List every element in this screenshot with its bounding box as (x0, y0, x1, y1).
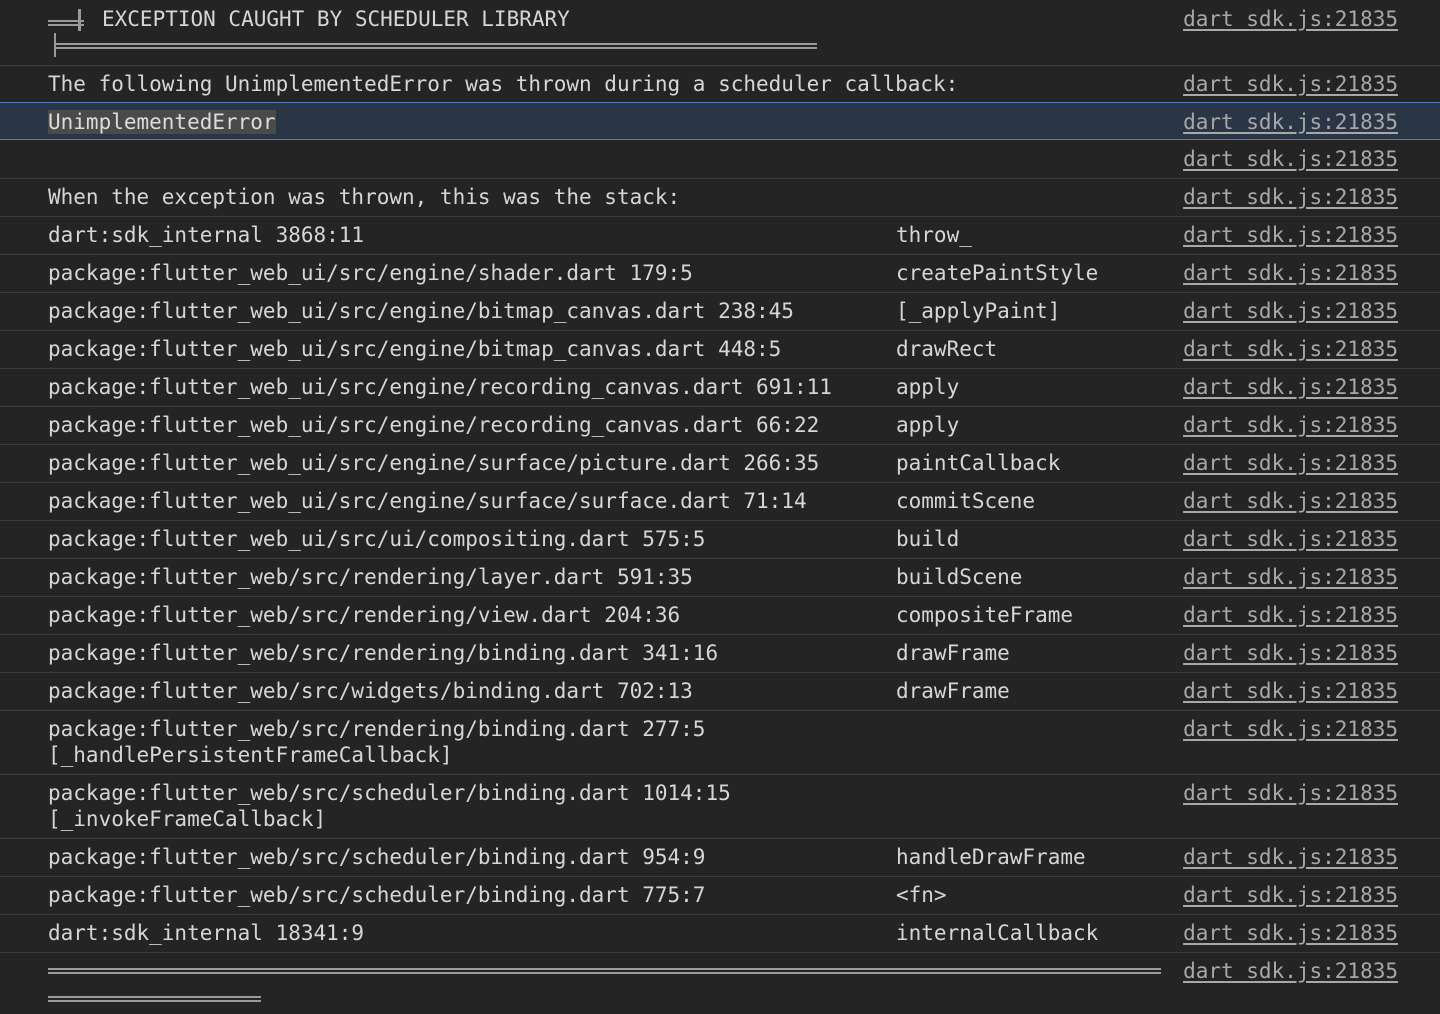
source-link[interactable]: dart_sdk.js:21835 (1183, 6, 1398, 32)
source-link[interactable]: dart_sdk.js:21835 (1183, 336, 1398, 362)
stack-frame-location: package:flutter_web_ui/src/engine/surfac… (48, 489, 807, 513)
source-link[interactable]: dart_sdk.js:21835 (1183, 564, 1398, 590)
stack-frame-row: package:flutter_web_ui/src/engine/shader… (0, 255, 1440, 293)
error-name: UnimplementedError (48, 109, 276, 135)
source-link[interactable]: dart_sdk.js:21835 (1183, 780, 1398, 806)
footer-rule-short (48, 996, 261, 1002)
stack-frame-function: drawFrame (896, 641, 1010, 665)
source-link[interactable]: dart_sdk.js:21835 (1183, 526, 1398, 552)
stack-frame-location: dart:sdk_internal 3868:11 (48, 223, 365, 247)
stack-frame-function: createPaintStyle (896, 261, 1099, 285)
source-link[interactable]: dart_sdk.js:21835 (1183, 450, 1398, 476)
stack-frame-location: package:flutter_web_ui/src/engine/record… (48, 413, 820, 437)
footer-rule-long (48, 968, 1161, 974)
stack-frame-location: package:flutter_web_ui/src/ui/compositin… (48, 527, 706, 551)
source-link[interactable]: dart_sdk.js:21835 (1183, 222, 1398, 248)
source-link[interactable]: dart_sdk.js:21835 (1183, 844, 1398, 870)
stack-frame-function: compositeFrame (896, 603, 1074, 627)
stack-frame-location: package:flutter_web_ui/src/engine/shader… (48, 261, 693, 285)
stack-frame-row: package:flutter_web/src/rendering/bindin… (0, 711, 1440, 775)
console-row-header: EXCEPTION CAUGHT BY SCHEDULER LIBRARY da… (0, 0, 1440, 66)
header-rule-bar (78, 9, 81, 31)
source-link[interactable]: dart_sdk.js:21835 (1183, 184, 1398, 210)
stack-frame-location: package:flutter_web_ui/src/engine/surfac… (48, 451, 820, 475)
stack-frame-location: package:flutter_web/src/rendering/bindin… (48, 717, 706, 767)
stack-frame-row: package:flutter_web_ui/src/engine/bitmap… (0, 293, 1440, 331)
intro-message: The following UnimplementedError was thr… (48, 72, 959, 96)
source-link[interactable]: dart_sdk.js:21835 (1183, 882, 1398, 908)
source-link[interactable]: dart_sdk.js:21835 (1183, 678, 1398, 704)
stack-frame-location: package:flutter_web/src/rendering/layer.… (48, 565, 693, 589)
stack-frame-row: package:flutter_web/src/scheduler/bindin… (0, 877, 1440, 915)
stack-frame-function: commitScene (896, 489, 1036, 513)
stack-frame-function: drawFrame (896, 679, 1010, 703)
stack-frame-row: package:flutter_web_ui/src/ui/compositin… (0, 521, 1440, 559)
stack-frame-function: build (896, 527, 960, 551)
stack-frame-location: package:flutter_web/src/scheduler/bindin… (48, 845, 706, 869)
source-link[interactable]: dart_sdk.js:21835 (1183, 488, 1398, 514)
source-link[interactable]: dart_sdk.js:21835 (1183, 716, 1398, 742)
stack-frame-row: package:flutter_web/src/rendering/layer.… (0, 559, 1440, 597)
source-link[interactable]: dart_sdk.js:21835 (1183, 146, 1398, 172)
source-link[interactable]: dart_sdk.js:21835 (1183, 920, 1398, 946)
stack-frame-row: package:flutter_web_ui/src/engine/record… (0, 369, 1440, 407)
stack-frame-function: internalCallback (896, 921, 1099, 945)
stack-frame-function: drawRect (896, 337, 998, 361)
stack-frame-location: package:flutter_web/src/rendering/bindin… (48, 641, 719, 665)
stack-frame-row: package:flutter_web/src/rendering/view.d… (0, 597, 1440, 635)
stack-heading: When the exception was thrown, this was … (48, 185, 681, 209)
stack-frame-location: package:flutter_web_ui/src/engine/bitmap… (48, 337, 782, 361)
source-link[interactable]: dart_sdk.js:21835 (1183, 109, 1398, 135)
stack-frame-row: package:flutter_web_ui/src/engine/record… (0, 407, 1440, 445)
stack-frame-function: apply (896, 413, 960, 437)
devtools-console: EXCEPTION CAUGHT BY SCHEDULER LIBRARY da… (0, 0, 1440, 1014)
console-row-stack-heading: When the exception was thrown, this was … (0, 179, 1440, 217)
stack-frame-function: apply (896, 375, 960, 399)
source-link[interactable]: dart_sdk.js:21835 (1183, 260, 1398, 286)
stack-frame-location: dart:sdk_internal 18341:9 (48, 921, 365, 945)
source-link[interactable]: dart_sdk.js:21835 (1183, 412, 1398, 438)
console-row-footer: dart_sdk.js:21835 (0, 953, 1440, 1014)
stack-frame-row: package:flutter_web/src/scheduler/bindin… (0, 775, 1440, 839)
source-link[interactable]: dart_sdk.js:21835 (1183, 640, 1398, 666)
console-row-intro: The following UnimplementedError was thr… (0, 66, 1440, 103)
stack-frame-location: package:flutter_web/src/widgets/binding.… (48, 679, 693, 703)
stack-frame-location: package:flutter_web_ui/src/engine/bitmap… (48, 299, 794, 323)
header-bottom-rule (54, 43, 817, 49)
stack-frame-row: package:flutter_web/src/rendering/bindin… (0, 635, 1440, 673)
stack-frame-row: dart:sdk_internal 18341:9 internalCallbac… (0, 915, 1440, 953)
stack-frame-row: package:flutter_web_ui/src/engine/surfac… (0, 445, 1440, 483)
source-link[interactable]: dart_sdk.js:21835 (1183, 298, 1398, 324)
error-name-selection: UnimplementedError (48, 110, 276, 134)
stack-frame-row: package:flutter_web_ui/src/engine/surfac… (0, 483, 1440, 521)
source-link[interactable]: dart_sdk.js:21835 (1183, 602, 1398, 628)
stack-frame-location: package:flutter_web/src/scheduler/bindin… (48, 883, 706, 907)
source-link[interactable]: dart_sdk.js:21835 (1183, 71, 1398, 97)
stack-frame-location: package:flutter_web/src/rendering/view.d… (48, 603, 681, 627)
stack-frame-function: <fn> (896, 883, 947, 907)
stack-frame-row: dart:sdk_internal 3868:11 throw_ dart_sdk.… (0, 217, 1440, 255)
stack-frame-function: throw_ (896, 223, 972, 247)
stack-frame-row: package:flutter_web/src/scheduler/bindin… (0, 839, 1440, 877)
console-row-error[interactable]: UnimplementedError dart_sdk.js:21835 (0, 102, 1440, 140)
source-link[interactable]: dart_sdk.js:21835 (1183, 958, 1398, 984)
stack-frame-function: paintCallback (896, 451, 1061, 475)
exception-title: EXCEPTION CAUGHT BY SCHEDULER LIBRARY (102, 7, 570, 31)
stack-frame-function: handleDrawFrame (896, 845, 1086, 869)
stack-frame-row: package:flutter_web/src/widgets/binding.… (0, 673, 1440, 711)
stack-frame-function: [_applyPaint] (896, 299, 1061, 323)
stack-frame-row: package:flutter_web_ui/src/engine/bitmap… (0, 331, 1440, 369)
stack-frame-location: package:flutter_web_ui/src/engine/record… (48, 375, 832, 399)
stack-frame-location: package:flutter_web/src/scheduler/bindin… (48, 781, 731, 831)
source-link[interactable]: dart_sdk.js:21835 (1183, 374, 1398, 400)
stack-frame-function: buildScene (896, 565, 1023, 589)
console-row-blank: dart_sdk.js:21835 (0, 140, 1440, 179)
